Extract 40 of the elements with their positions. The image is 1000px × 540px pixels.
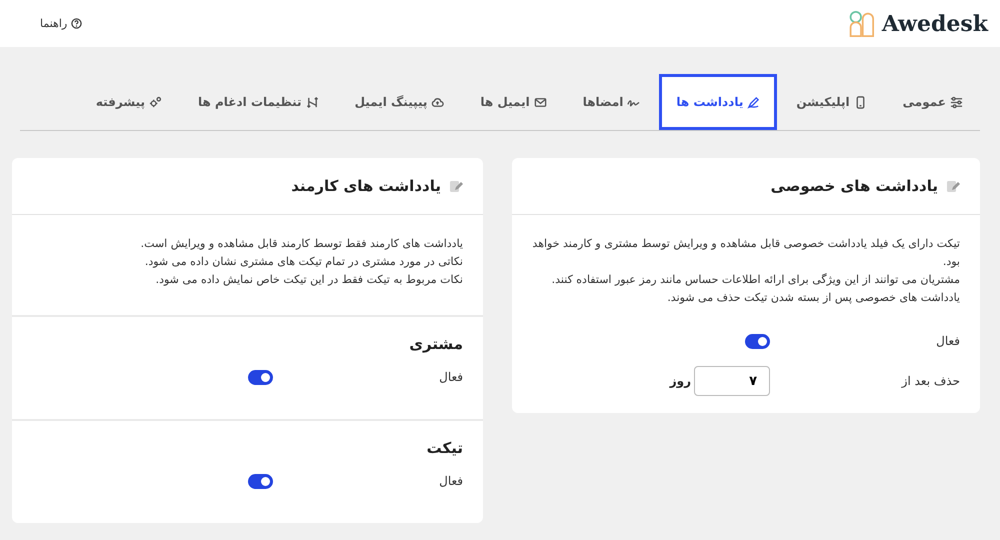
description-text: نکات مربوط به تیکت فقط در این تیکت خاص نمایش داده می شود. <box>154 272 463 288</box>
description-text: یادداشت های خصوصی پس از بسته شدن تیکت حذف می شوند. <box>666 290 960 306</box>
sliders-icon <box>950 96 963 108</box>
section-title: مشتری <box>408 335 463 353</box>
description-text: نکاتی در مورد مشتری در تمام تیکت های مشتری نشان داده می شود. <box>144 254 463 270</box>
toggle-switch[interactable] <box>248 474 273 488</box>
note-edit-icon <box>946 179 960 193</box>
pen-icon <box>747 96 760 108</box>
settings-tab[interactable]: عمومی <box>886 74 980 130</box>
settings-tab[interactable]: اپلیکیشن <box>779 74 884 130</box>
card-title: یادداشت های خصوصی <box>770 177 938 195</box>
settings-tab[interactable]: پیشرفته <box>78 74 179 130</box>
gears-icon <box>149 96 162 108</box>
merge-icon <box>306 96 319 108</box>
phone-icon <box>854 96 867 108</box>
toggle-switch[interactable] <box>248 370 273 384</box>
setting-label: فعال <box>935 334 960 348</box>
description-text: یادداشت های کارمند فقط توسط کارمند قابل مشاهده و ویرایش است. <box>140 236 463 252</box>
settings-tab[interactable]: ایمیل ها <box>463 74 564 130</box>
brand-name: Awedesk <box>882 10 988 36</box>
unit-label: روز <box>670 374 691 388</box>
settings-tab[interactable]: یادداشت ها <box>659 74 778 130</box>
note-edit-icon <box>449 179 463 193</box>
logo-icon <box>848 10 874 38</box>
card-title: یادداشت های کارمند <box>291 177 441 195</box>
section-title: تیکت <box>426 439 463 457</box>
description-text: مشتریان می توانند از این ویژگی برای ارائه اطلاعات حساس مانند رمز عبور استفاده کنند. <box>550 272 960 288</box>
help-link[interactable]: راهنما <box>40 17 82 30</box>
mail-icon <box>534 96 547 108</box>
setting-label: فعال <box>438 370 463 384</box>
toggle-switch[interactable] <box>745 334 770 348</box>
cloud-icon <box>431 96 444 108</box>
description-text: تیکت دارای یک فیلد یادداشت خصوصی قابل مشاهده و ویرایش توسط مشتری و کارمند خواهد بود. <box>532 236 960 270</box>
setting-label: فعال <box>438 474 463 488</box>
days-input[interactable]: ۷ <box>694 366 770 396</box>
settings-tab[interactable]: امضاها <box>566 74 658 130</box>
settings-tab[interactable]: پیپینگ ایمیل <box>338 74 462 130</box>
settings-tab[interactable]: تنظیمات ادغام ها <box>181 74 336 130</box>
setting-label: حذف بعد از <box>900 374 960 388</box>
help-icon <box>71 18 82 29</box>
